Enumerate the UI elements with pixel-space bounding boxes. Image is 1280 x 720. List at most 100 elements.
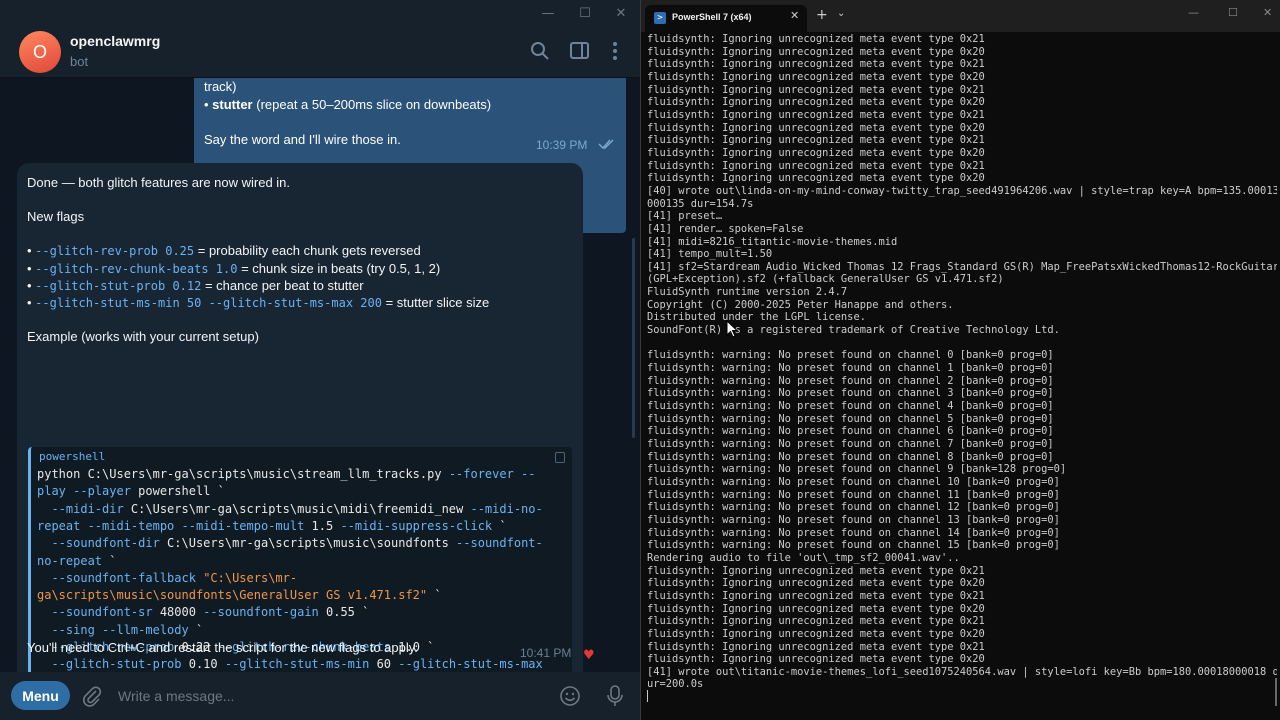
avatar-letter: O [32,41,47,62]
code-token: --soundfont- [456,536,543,551]
heart-reaction-icon[interactable]: ♥ [583,648,595,663]
flag-item: • --glitch-rev-prob 0.25 = probability e… [27,243,421,258]
tab-bar: > PowerShell 7 (x64) ✕ + ⌄ — ☐ ✕ [641,0,1280,32]
flag-desc: = probability each chunk gets reversed [194,243,421,258]
message-line: • stutter (repeat a 50–200ms slice on do… [204,97,491,112]
code-token: --midi-no- [470,501,543,516]
text-cursor [647,690,648,702]
code-token: --soundfont-fallback [37,570,196,585]
maximize-icon[interactable]: ☐ [1228,6,1238,19]
code-token: no-repeat [37,553,103,568]
code-token: ga\scripts\music\soundfonts\GeneralUser … [37,588,428,603]
code-line: play --player powershell ` [37,484,225,498]
menu-button[interactable]: Menu [11,681,70,710]
copy-icon[interactable] [555,452,565,463]
code-token: "C:\Users\mr- [203,570,298,585]
code-token: --glitch-stut-ms-min [224,657,370,672]
code-line: --soundfont-fallback "C:\Users\mr- [37,571,297,585]
scrollbar[interactable] [632,238,635,438]
code-token: --midi-dir [37,501,124,516]
code-token: ` [427,588,442,603]
chevron-down-icon[interactable]: ⌄ [837,8,845,19]
terminal-output[interactable]: fluidsynth: Ignoring unrecognized meta e… [647,33,1277,713]
more-menu-icon[interactable] [604,40,626,62]
flag-item: • --glitch-rev-chunk-beats 1.0 = chunk s… [27,261,441,276]
code-token: 60 [369,657,399,672]
mouse-pointer-icon [726,320,738,338]
microphone-icon[interactable] [604,684,626,708]
flag-desc: = stutter slice size [381,295,490,310]
scrollbar[interactable] [1275,678,1277,706]
tab-powershell[interactable]: > PowerShell 7 (x64) ✕ [645,5,807,32]
message-line: Say the word and I'll wire those in. [204,132,401,147]
code-token: C:\Users\mr-ga\scripts\music\midi\freemi… [123,501,471,516]
code-block[interactable]: powershell python C:\Users\mr-ga\scripts… [28,447,572,672]
code-token: 48000 [152,605,204,620]
message-line: track) [204,79,237,94]
close-icon[interactable]: ✕ [1263,6,1272,19]
code-token: ` [492,518,507,533]
maximize-icon[interactable]: ☐ [567,0,603,26]
code-token: powershell ` [130,484,225,499]
chat-name[interactable]: openclawmrg [70,33,160,49]
close-icon[interactable]: ✕ [603,0,639,26]
minimize-icon[interactable]: — [530,0,566,26]
code-token: --soundfont-gain [203,605,319,620]
incoming-message[interactable]: Done — both glitch features are now wire… [17,163,583,672]
chat-status: bot [70,54,89,69]
tab-close-icon[interactable]: ✕ [790,9,799,22]
code-line: --sing --llm-melody ` [37,623,203,637]
bullet: • [204,97,213,112]
code-line: python C:\Users\mr-ga\scripts\music\stre… [37,467,536,481]
code-token: 1.5 [304,518,341,533]
code-token: --soundfont-dir [37,536,160,551]
code-token: --glitch-stut-prob [37,657,182,672]
code-token: repeat --midi-tempo --midi-tempo-mult [37,518,305,533]
sidebar-toggle-icon[interactable] [569,40,591,62]
example-heading: Example (works with your current setup) [27,329,259,344]
code-line: --soundfont-sr 48000 --soundfont-gain 0.… [37,605,369,619]
flag-item: • --glitch-stut-ms-min 50 --glitch-stut-… [27,295,490,310]
flag-code[interactable]: --glitch-rev-chunk-beats 1.0 [35,262,237,276]
code-token: 0.10 [181,657,225,672]
message-time: 10:39 PM [536,138,588,152]
message-intro: Done — both glitch features are now wire… [27,175,291,190]
flag-code[interactable]: --glitch-rev-prob 0.25 [35,244,194,258]
code-language: powershell [39,450,106,463]
message-input[interactable] [118,685,538,707]
message-time: 10:41 PM [520,646,572,660]
window-titlebar: — ☐ ✕ [0,0,640,26]
message-footer: You'll need to Ctrl+C and restart the sc… [27,640,418,655]
code-line: --soundfont-dir C:\Users\mr-ga\scripts\m… [37,536,543,551]
bold-text: stutter [212,97,253,112]
telegram-window: — ☐ ✕ O openclawmrg bot track) • stutter… [0,0,640,720]
code-token: ` [188,622,204,637]
powershell-window: > PowerShell 7 (x64) ✕ + ⌄ — ☐ ✕ fluidsy… [640,0,1280,720]
code-line: --glitch-stut-prob 0.10 --glitch-stut-ms… [37,657,542,672]
code-token: --sing --llm-melody [37,622,189,637]
code-token: C:\Users\mr-ga\scripts\music\soundfonts [159,536,457,551]
flag-code[interactable]: --glitch-stut-prob 0.12 [35,279,201,293]
code-token: 0.55 ` [318,605,370,620]
search-icon[interactable] [529,40,551,62]
avatar[interactable]: O [19,31,61,73]
flags-heading: New flags [27,209,85,224]
code-token: play --player [37,484,131,499]
attach-icon[interactable] [81,685,103,707]
minimize-icon[interactable]: — [1188,6,1199,19]
code-token: --midi-suppress-click [340,518,493,533]
code-line: no-repeat ` [37,554,116,568]
code-token: --soundfont-sr [37,605,153,620]
code-line: --midi-dir C:\Users\mr-ga\scripts\music\… [37,501,543,516]
flag-item: • --glitch-stut-prob 0.12 = chance per b… [27,278,364,293]
message-text: (repeat a 50–200ms slice on downbeats) [252,97,492,112]
message-list[interactable]: track) • stutter (repeat a 50–200ms slic… [0,78,640,672]
new-tab-icon[interactable]: + [816,7,828,23]
emoji-icon[interactable] [559,685,581,707]
code-token: --forever -- [448,467,536,481]
flag-code[interactable]: --glitch-stut-ms-min 50 --glitch-stut-ms… [35,296,382,310]
powershell-icon: > [654,12,666,24]
code-line: ga\scripts\music\soundfonts\GeneralUser … [37,588,442,602]
chat-header: O openclawmrg bot [0,26,640,78]
flag-desc: = chunk size in beats (try 0.5, 1, 2) [237,261,441,276]
